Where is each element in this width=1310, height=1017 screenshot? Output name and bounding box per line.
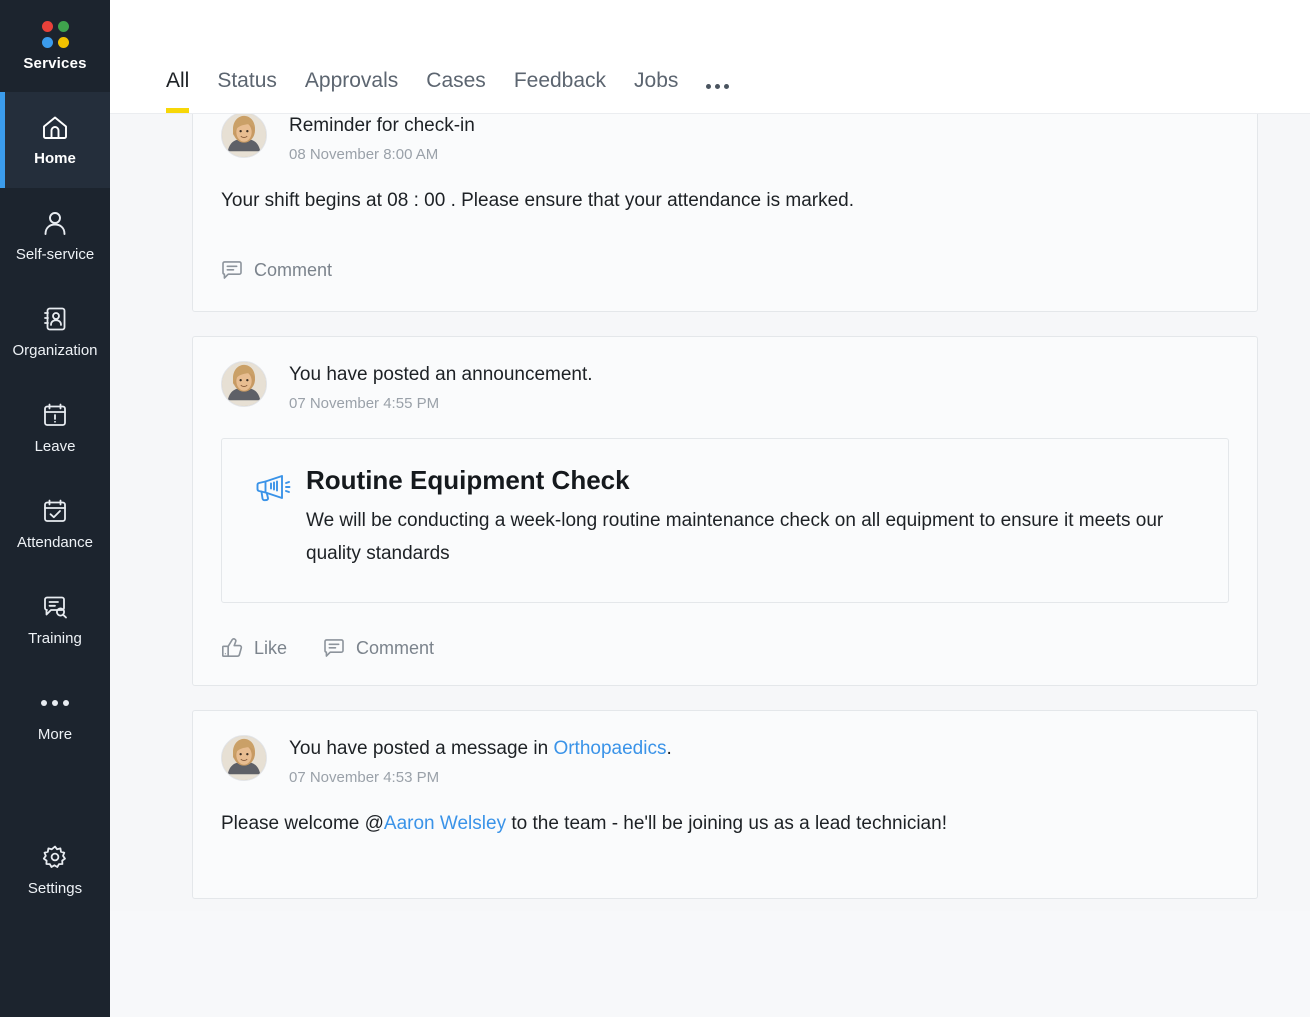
post-actions: Like Comment [193, 603, 1257, 685]
sidebar-item-label: Attendance [17, 534, 93, 551]
four-dots-logo-icon [41, 21, 69, 49]
contact-book-icon [42, 305, 68, 333]
post-header: Reminder for check-in 08 November 8:00 A… [193, 114, 1257, 163]
comment-icon [221, 259, 243, 281]
sidebar-item-training[interactable]: Training [0, 572, 110, 668]
avatar[interactable] [221, 735, 267, 781]
post-header-text: Reminder for check-in 08 November 8:00 A… [289, 114, 475, 163]
sidebar-item-label: Self-service [16, 246, 94, 263]
sidebar-item-settings[interactable]: Settings [0, 822, 110, 918]
sidebar-item-label: Training [28, 630, 82, 647]
post-title: You have posted a message in Orthopaedic… [289, 736, 672, 762]
like-button[interactable]: Like [221, 637, 287, 659]
feed-tabbar: All Status Approvals Cases Feedback Jobs [110, 0, 1310, 113]
sidebar-item-label: More [38, 726, 72, 743]
post-body: Your shift begins at 08 : 00 . Please en… [193, 163, 1257, 216]
sidebar-item-home[interactable]: Home [0, 92, 110, 188]
gear-icon [42, 843, 68, 871]
feed-empty-area [110, 911, 1310, 1017]
tab-status[interactable]: Status [203, 69, 291, 113]
thumbs-up-icon [221, 637, 243, 659]
sidebar-item-organization[interactable]: Organization [0, 284, 110, 380]
post-body-prefix: Please welcome @ [221, 813, 384, 834]
sidebar-item-self-service[interactable]: Self-service [0, 188, 110, 284]
tab-approvals[interactable]: Approvals [291, 69, 412, 113]
calendar-check-icon [42, 497, 68, 525]
avatar[interactable] [221, 114, 267, 158]
announcement-text-wrap: Routine Equipment Check We will be condu… [306, 465, 1198, 571]
tabs: All Status Approvals Cases Feedback Jobs [166, 69, 743, 113]
post-timestamp: 07 November 4:53 PM [289, 769, 672, 786]
calendar-alert-icon [42, 401, 68, 429]
sidebar-item-label: Organization [12, 342, 97, 359]
tab-jobs[interactable]: Jobs [620, 69, 692, 113]
sidebar-item-more[interactable]: More [0, 668, 110, 764]
user-mention-link[interactable]: Aaron Welsley [384, 813, 506, 834]
feed-post-card: You have posted an announcement. 07 Nove… [192, 336, 1258, 686]
comment-button[interactable]: Comment [323, 637, 434, 659]
comment-label: Comment [254, 260, 332, 281]
sidebar-spacer [0, 764, 110, 822]
sidebar: Services Home Self [0, 0, 110, 1017]
post-group-link[interactable]: Orthopaedics [553, 738, 666, 759]
feed-post-card: Reminder for check-in 08 November 8:00 A… [192, 114, 1258, 312]
post-timestamp: 08 November 8:00 AM [289, 146, 475, 163]
brand-services[interactable]: Services [0, 0, 110, 92]
sidebar-item-label: Leave [35, 438, 76, 455]
sidebar-nav: Home Self-service [0, 92, 110, 918]
sidebar-item-label: Settings [28, 880, 82, 897]
announcement-title: Routine Equipment Check [306, 465, 1198, 496]
feed-list[interactable]: Reminder for check-in 08 November 8:00 A… [110, 114, 1310, 911]
main-area: All Status Approvals Cases Feedback Jobs [110, 0, 1310, 1017]
avatar[interactable] [221, 361, 267, 407]
user-icon [42, 209, 68, 237]
post-timestamp: 07 November 4:55 PM [289, 395, 593, 412]
post-header-text: You have posted an announcement. 07 Nove… [289, 361, 593, 412]
post-title: Reminder for check-in [289, 114, 475, 139]
app-root: Services Home Self [0, 0, 1310, 1017]
ellipsis-icon [41, 689, 69, 717]
post-header: You have posted an announcement. 07 Nove… [193, 337, 1257, 412]
post-title-prefix: You have posted a message in [289, 738, 553, 759]
megaphone-icon [252, 465, 306, 512]
announcement-block: Routine Equipment Check We will be condu… [221, 438, 1229, 604]
sidebar-item-label: Home [34, 150, 76, 167]
post-actions [193, 838, 1257, 898]
sidebar-item-attendance[interactable]: Attendance [0, 476, 110, 572]
post-body-suffix: to the team - he'll be joining us as a l… [506, 813, 947, 834]
post-header-text: You have posted a message in Orthopaedic… [289, 735, 672, 786]
feed-viewport: Reminder for check-in 08 November 8:00 A… [110, 113, 1310, 1017]
comment-icon [323, 637, 345, 659]
post-body: Please welcome @Aaron Welsley to the tea… [193, 786, 1257, 839]
tab-feedback[interactable]: Feedback [500, 69, 620, 113]
post-actions: Comment [193, 215, 1257, 311]
post-title-suffix: . [666, 738, 671, 759]
post-header: You have posted a message in Orthopaedic… [193, 711, 1257, 786]
home-icon [41, 113, 69, 141]
tab-all[interactable]: All [166, 69, 203, 113]
announcement-text: We will be conducting a week-long routin… [306, 505, 1198, 570]
more-tabs-icon[interactable] [692, 84, 743, 113]
tab-cases[interactable]: Cases [412, 69, 500, 113]
sidebar-item-leave[interactable]: Leave [0, 380, 110, 476]
post-title: You have posted an announcement. [289, 362, 593, 388]
chat-search-icon [42, 593, 69, 621]
like-label: Like [254, 638, 287, 659]
feed-post-card: You have posted a message in Orthopaedic… [192, 710, 1258, 899]
comment-button[interactable]: Comment [221, 259, 332, 281]
brand-label: Services [23, 55, 86, 72]
comment-label: Comment [356, 638, 434, 659]
